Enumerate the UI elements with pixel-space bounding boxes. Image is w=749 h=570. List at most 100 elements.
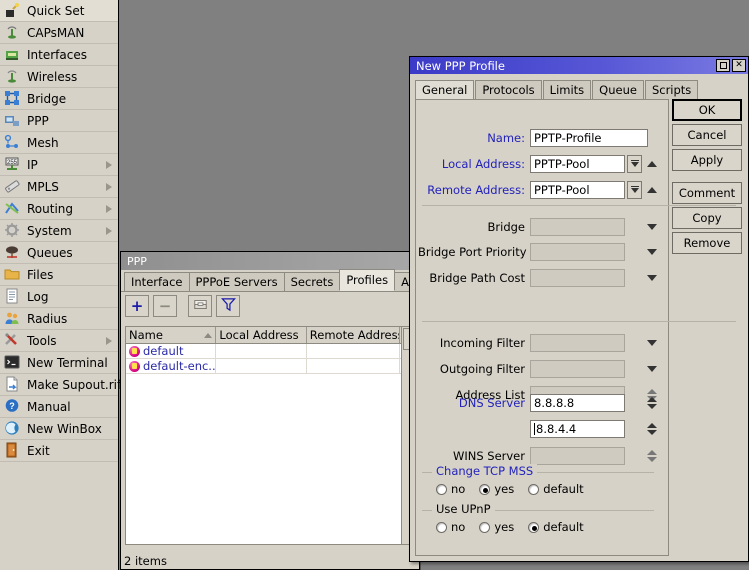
sidebar-item-capsman[interactable]: CAPsMAN — [0, 22, 118, 44]
chevron-down-icon[interactable] — [647, 340, 657, 346]
ppp-tab-pppoe-servers[interactable]: PPPoE Servers — [188, 272, 285, 291]
field-input[interactable]: PPTP-Profile — [530, 129, 648, 147]
field-input[interactable] — [530, 243, 625, 261]
radio-button[interactable] — [528, 521, 540, 533]
dialog-tab-protocols[interactable]: Protocols — [475, 80, 542, 100]
ppp-tab-interface[interactable]: Interface — [124, 272, 190, 291]
spinner-control[interactable] — [647, 395, 657, 411]
radio-button[interactable] — [479, 483, 491, 495]
ppp-window[interactable]: PPP Interface PPPoE Servers Secrets Profile… — [120, 251, 463, 570]
maximize-button[interactable] — [716, 59, 730, 72]
field-input[interactable] — [530, 360, 625, 378]
comment-button[interactable] — [188, 295, 212, 317]
column-header-local-address[interactable]: Local Address — [216, 327, 307, 343]
chevron-down-icon[interactable] — [647, 249, 657, 255]
apply-button[interactable]: Apply — [672, 149, 742, 171]
cancel-button[interactable]: Cancel — [672, 124, 742, 146]
sidebar-item-tools[interactable]: Tools — [0, 330, 118, 352]
radio-button[interactable] — [436, 521, 447, 533]
radio-option-yes[interactable]: yes — [479, 520, 514, 534]
field-local-address: Local Address: PPTP-Pool — [418, 154, 657, 174]
table-row[interactable]: default-enc.. — [126, 359, 414, 374]
sidebar-item-make-supout-rif[interactable]: Make Supout.rif — [0, 374, 121, 396]
sidebar-item-exit[interactable]: Exit — [0, 440, 118, 462]
field-label: Bridge — [487, 220, 526, 234]
spinner-control[interactable] — [647, 421, 657, 437]
ppp-tab-secrets[interactable]: Secrets — [283, 272, 341, 291]
sidebar-item-quick-set[interactable]: Quick Set — [0, 0, 118, 22]
sidebar-item-log[interactable]: Log — [0, 286, 118, 308]
field-input[interactable]: 8.8.4.4 — [530, 420, 625, 438]
chevron-down-icon — [630, 159, 639, 167]
spinner-up-icon — [647, 423, 657, 428]
spinner-control[interactable] — [647, 448, 657, 464]
ppp-tab-profiles[interactable]: Profiles — [339, 269, 396, 291]
sort-ascending-icon — [204, 332, 213, 338]
field-input[interactable]: PPTP-Pool — [530, 181, 625, 199]
chevron-down-icon[interactable] — [647, 224, 657, 230]
radio-button[interactable] — [479, 521, 491, 533]
radio-button[interactable] — [528, 483, 540, 495]
field-input[interactable]: 8.8.8.8 — [530, 394, 625, 412]
new-ppp-profile-dialog[interactable]: New PPP Profile ✕ General Protocols Limits… — [409, 56, 749, 562]
interfaces-icon — [4, 46, 22, 64]
sidebar-item-ip[interactable]: 255 IP — [0, 154, 118, 176]
profiles-table: NameLocal AddressRemote AddressB default… — [125, 326, 415, 545]
ppp-window-titlebar[interactable]: PPP — [121, 252, 419, 270]
sidebar-item-interfaces[interactable]: Interfaces — [0, 44, 118, 66]
sidebar-item-manual[interactable]: ? Manual — [0, 396, 118, 418]
radio-option-yes[interactable]: yes — [479, 482, 514, 496]
field-input[interactable]: PPTP-Pool — [530, 155, 625, 173]
radio-option-default[interactable]: default — [528, 482, 584, 496]
bridge-icon — [4, 90, 22, 108]
copy-button[interactable]: Copy — [672, 207, 742, 229]
radio-option-no[interactable]: no — [436, 520, 465, 534]
filter-button[interactable] — [216, 295, 240, 317]
sidebar-item-new-terminal[interactable]: New Terminal — [0, 352, 118, 374]
comment-button[interactable]: Comment — [672, 182, 742, 204]
sidebar-item-label: PPP — [27, 113, 49, 128]
field-input[interactable] — [530, 334, 625, 352]
sidebar-item-routing[interactable]: Routing — [0, 198, 118, 220]
dropdown-button[interactable] — [627, 155, 642, 173]
expand-up-icon[interactable] — [647, 161, 657, 167]
field-label: Bridge Port Priority — [418, 245, 527, 259]
sidebar-item-files[interactable]: Files — [0, 264, 118, 286]
column-header-name[interactable]: Name — [126, 327, 217, 343]
sidebar-item-bridge[interactable]: Bridge — [0, 88, 118, 110]
sidebar-item-ppp[interactable]: PPP — [0, 110, 118, 132]
sidebar-item-wireless[interactable]: Wireless — [0, 66, 118, 88]
column-header-remote-address[interactable]: Remote Address — [307, 327, 401, 343]
field-dns-server-secondary: 8.8.4.4 — [418, 419, 657, 439]
remove-button[interactable]: Remove — [672, 232, 742, 254]
field-label: Name: — [487, 131, 525, 145]
dialog-tab-general[interactable]: General — [415, 80, 475, 100]
screen: Quick Set CAPsMAN Interfaces Wireless Bridge… — [0, 0, 749, 570]
ok-button[interactable]: OK — [672, 99, 742, 121]
sidebar-item-new-winbox[interactable]: New WinBox — [0, 418, 118, 440]
dialog-title: New PPP Profile — [416, 58, 505, 73]
dialog-tab-limits[interactable]: Limits — [542, 80, 592, 100]
close-button[interactable]: ✕ — [732, 59, 746, 72]
field-input[interactable] — [530, 447, 625, 465]
table-row[interactable]: default — [126, 344, 414, 359]
dialog-tab-scripts[interactable]: Scripts — [644, 80, 699, 100]
sidebar-item-mesh[interactable]: Mesh — [0, 132, 118, 154]
field-input[interactable] — [530, 269, 625, 287]
sidebar-item-radius[interactable]: Radius — [0, 308, 118, 330]
dropdown-button[interactable] — [627, 181, 642, 199]
add-button[interactable]: + — [125, 295, 149, 317]
radio-option-no[interactable]: no — [436, 482, 465, 496]
field-input[interactable] — [530, 218, 625, 236]
expand-up-icon[interactable] — [647, 187, 657, 193]
sidebar-item-mpls[interactable]: MPLS — [0, 176, 118, 198]
chevron-down-icon[interactable] — [647, 366, 657, 372]
dialog-tab-queue[interactable]: Queue — [592, 80, 644, 100]
remove-button[interactable]: − — [153, 295, 177, 317]
dialog-titlebar[interactable]: New PPP Profile ✕ — [410, 57, 748, 74]
radio-option-default[interactable]: default — [528, 520, 584, 534]
radio-button[interactable] — [436, 483, 447, 495]
sidebar-item-queues[interactable]: Queues — [0, 242, 118, 264]
chevron-down-icon[interactable] — [647, 275, 657, 281]
sidebar-item-system[interactable]: System — [0, 220, 118, 242]
